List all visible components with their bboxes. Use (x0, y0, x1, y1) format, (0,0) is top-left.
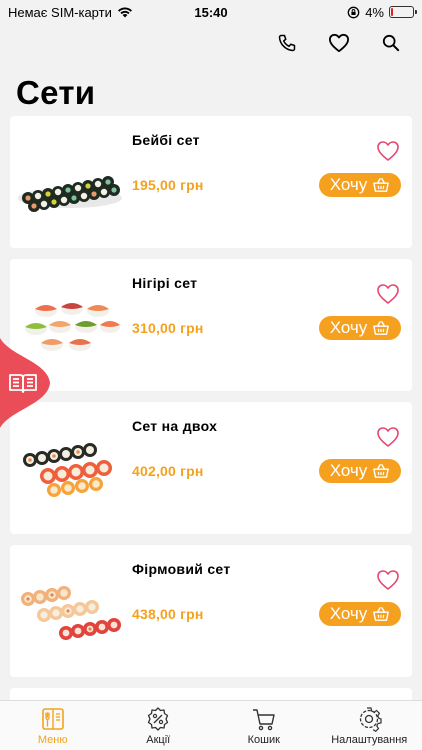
status-bar: Немає SIM-карти 15:40 4% (0, 0, 422, 24)
header-actions (274, 30, 404, 56)
basket-icon (373, 464, 390, 478)
heart-outline-icon[interactable] (376, 426, 400, 448)
search-button[interactable] (378, 30, 404, 56)
heart-outline-icon[interactable] (376, 283, 400, 305)
battery-level (391, 8, 393, 16)
tab-menu[interactable]: Меню (0, 701, 106, 750)
product-name: Бейбі сет (132, 132, 200, 148)
product-price: 310,00 грн (132, 320, 204, 336)
status-left: Немає SIM-карти (8, 5, 133, 20)
discount-icon (148, 707, 169, 731)
orientation-lock-icon (347, 6, 360, 18)
tab-label: Акції (146, 734, 171, 746)
product-name: Фірмовий сет (132, 561, 231, 577)
product-list: Бейбі сет 195,00 грн Хочу Нігірі сет 310… (10, 116, 412, 723)
basket-icon (373, 321, 390, 335)
phone-icon (278, 34, 296, 52)
basket-icon (373, 607, 390, 621)
cart-icon (252, 709, 275, 731)
heart-outline-icon[interactable] (376, 140, 400, 162)
tab-cart[interactable]: Кошик (211, 701, 317, 750)
product-card[interactable]: Сет на двох 402,00 грн Хочу (10, 402, 412, 534)
product-card[interactable]: Нігірі сет 310,00 грн Хочу (10, 259, 412, 391)
product-price: 402,00 грн (132, 463, 204, 479)
product-card[interactable]: Бейбі сет 195,00 грн Хочу (10, 116, 412, 248)
product-image (23, 443, 112, 497)
product-card[interactable]: Фірмовий сет 438,00 грн Хочу (10, 545, 412, 677)
heart-icon (328, 33, 349, 53)
product-name: Сет на двох (132, 418, 218, 434)
battery-percent: 4% (365, 4, 384, 20)
want-button[interactable]: Хочу (319, 173, 401, 197)
want-button-label: Хочу (329, 604, 368, 623)
battery-icon (389, 6, 417, 18)
search-icon (382, 34, 400, 52)
heart-outline-icon[interactable] (376, 569, 400, 591)
menu-book-icon (41, 708, 64, 730)
product-image (18, 176, 122, 212)
carrier-label: Немає SIM-карти (8, 4, 112, 20)
menu-catalog-tab[interactable] (0, 338, 52, 428)
settings-gear-icon (360, 707, 382, 732)
basket-icon (373, 178, 390, 192)
tab-label: Кошик (247, 734, 280, 746)
page-title: Сети (16, 74, 96, 111)
wifi-icon (117, 7, 132, 18)
want-button-label: Хочу (329, 175, 368, 194)
want-button[interactable]: Хочу (319, 316, 401, 340)
status-right: 4% (347, 4, 417, 20)
bottom-tab-bar: Меню Акції Кошик Налаштування (0, 700, 422, 750)
want-button[interactable]: Хочу (319, 459, 401, 483)
product-price: 438,00 грн (132, 606, 204, 622)
product-image (21, 586, 121, 640)
tab-settings[interactable]: Налаштування (317, 701, 422, 750)
product-price: 195,00 грн (132, 177, 204, 193)
want-button-label: Хочу (329, 461, 368, 480)
want-button-label: Хочу (329, 318, 368, 337)
tab-label: Меню (37, 734, 68, 746)
product-name: Нігірі сет (132, 275, 198, 291)
phone-button[interactable] (274, 30, 300, 56)
want-button[interactable]: Хочу (319, 602, 401, 626)
tab-promotions[interactable]: Акції (106, 701, 212, 750)
favorites-button[interactable] (326, 30, 352, 56)
tab-label: Налаштування (331, 734, 408, 746)
